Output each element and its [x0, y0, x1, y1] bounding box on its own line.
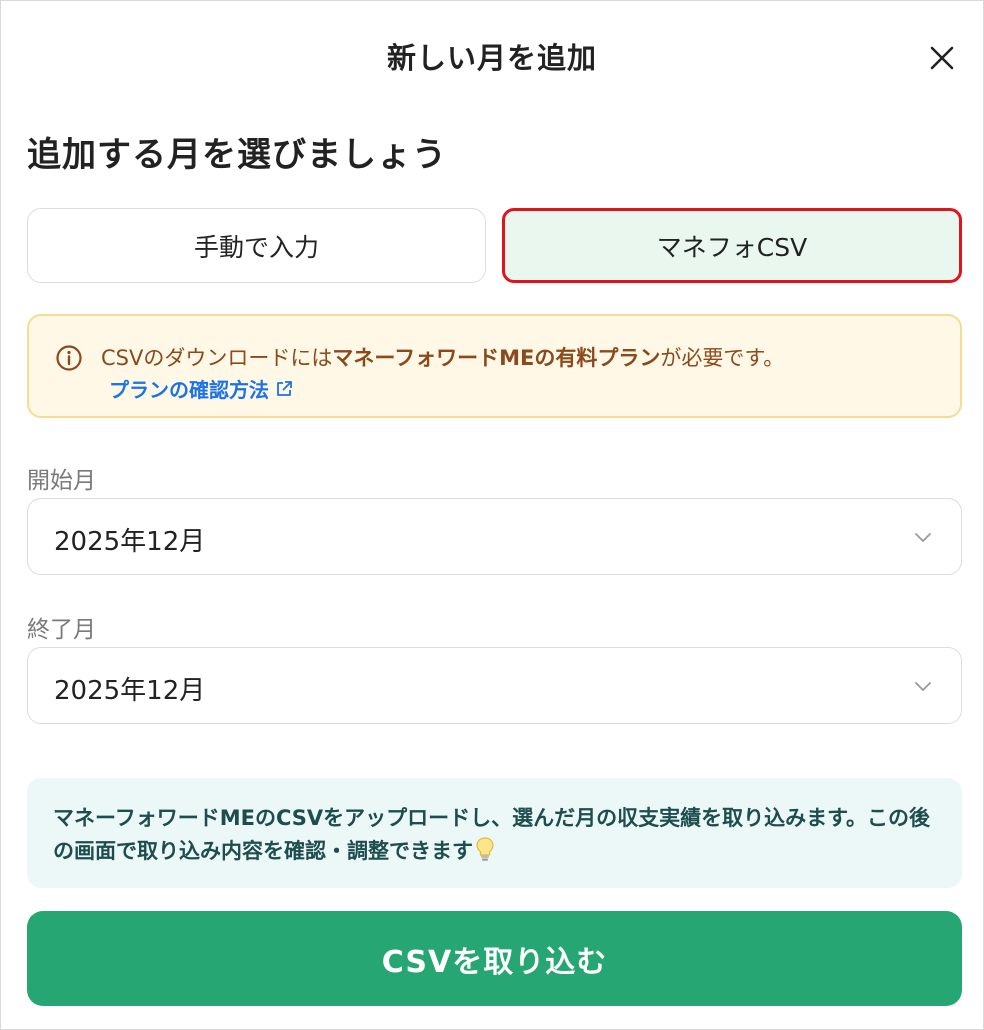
modal-title: 新しい月を追加	[386, 41, 597, 75]
import-info-text: マネーフォワードMEのCSVをアップロードし、選んだ月の収支実績を取り込みます。…	[53, 802, 943, 868]
close-button[interactable]	[921, 37, 963, 79]
import-csv-button[interactable]: CSVを取り込む	[27, 911, 962, 1006]
close-icon	[930, 46, 954, 70]
section-heading: 追加する月を選びましょう	[27, 135, 447, 175]
tab-manual-input[interactable]: 手動で入力	[27, 208, 486, 283]
end-month-label: 終了月	[27, 617, 96, 643]
plan-notice: CSVのダウンロードにはマネーフォワードMEの有料プランが必要です。 プランの確…	[27, 314, 962, 418]
end-month-select[interactable]: 2025年12月	[27, 647, 962, 724]
input-method-tabs: 手動で入力 マネフォCSV	[27, 208, 962, 283]
import-info-box: マネーフォワードMEのCSVをアップロードし、選んだ月の収支実績を取り込みます。…	[27, 778, 962, 888]
notice-text-after: が必要です。	[660, 346, 785, 370]
add-month-modal: 新しい月を追加 追加する月を選びましょう 手動で入力 マネフォCSV CSVのダ…	[0, 0, 984, 1030]
plan-check-link[interactable]: プランの確認方法	[109, 374, 293, 403]
start-month-select[interactable]: 2025年12月	[27, 498, 962, 575]
info-icon	[56, 345, 82, 371]
modal-header: 新しい月を追加	[1, 1, 983, 111]
notice-text-before: CSVのダウンロードには	[101, 346, 333, 370]
chevron-down-icon	[915, 682, 931, 691]
chevron-down-icon	[915, 533, 931, 542]
tab-moneyforward-csv[interactable]: マネフォCSV	[502, 208, 962, 283]
lightbulb-icon	[476, 837, 494, 861]
notice-text: CSVのダウンロードにはマネーフォワードMEの有料プランが必要です。	[101, 342, 784, 372]
start-month-label: 開始月	[27, 468, 96, 494]
external-link-icon	[277, 380, 292, 396]
start-month-value: 2025年12月	[54, 527, 206, 557]
notice-text-bold: マネーフォワードMEの有料プラン	[332, 346, 661, 370]
end-month-value: 2025年12月	[54, 676, 206, 706]
plan-check-link-label: プランの確認方法	[109, 378, 269, 402]
